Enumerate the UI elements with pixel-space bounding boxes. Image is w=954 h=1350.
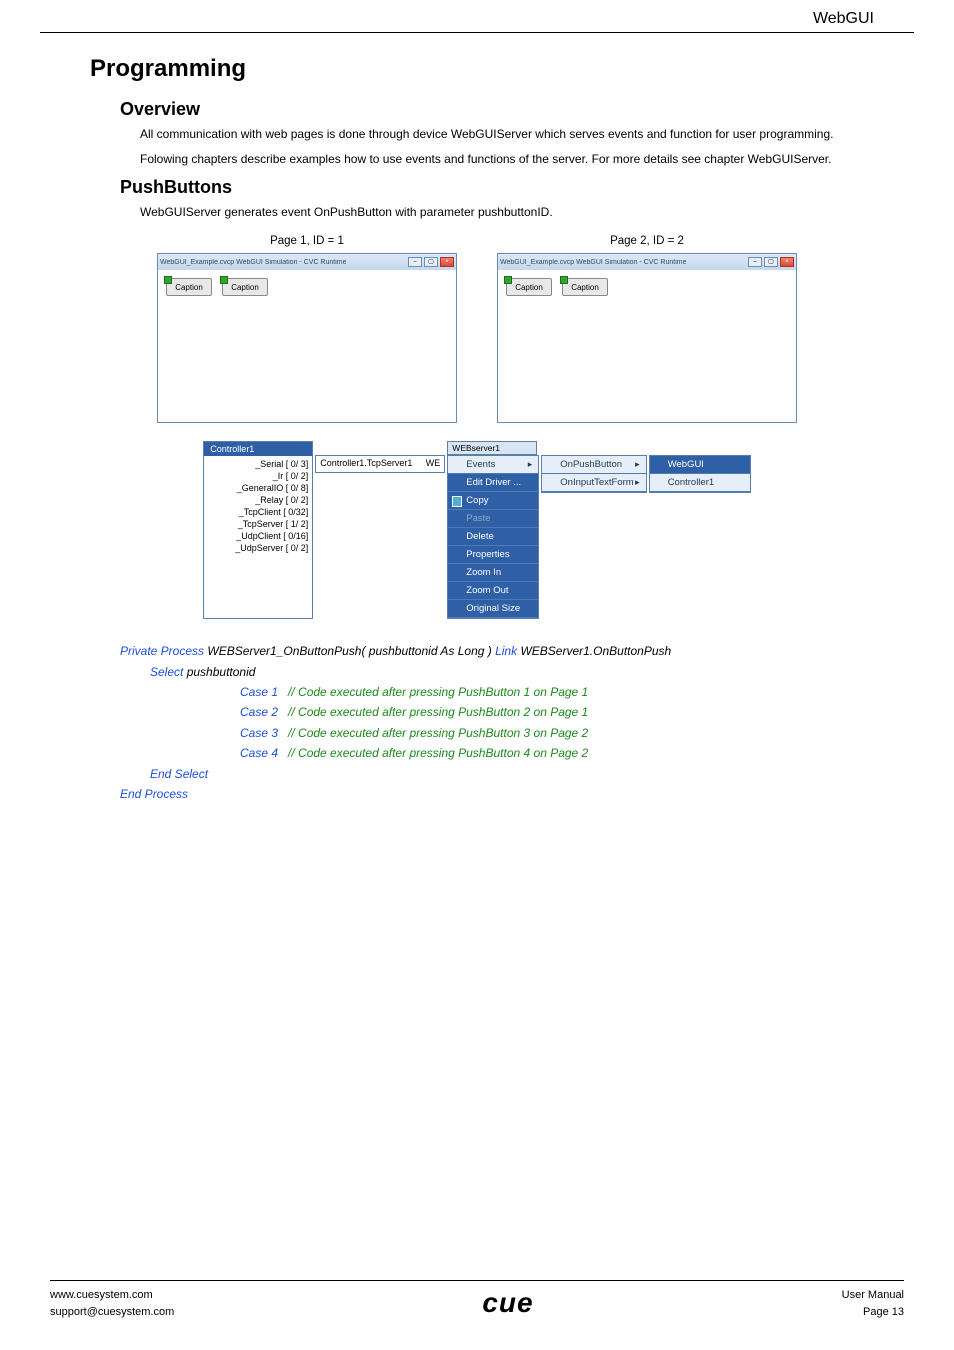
sim1-title: WebGUI_Example.cvcp WebGUI Simulation - … xyxy=(160,259,346,266)
fig2-label: Page 2, ID = 2 xyxy=(497,235,797,247)
pushbutton-4[interactable]: Caption xyxy=(562,278,608,296)
h2-pushbuttons: PushButtons xyxy=(120,177,894,198)
menu-events[interactable]: Events xyxy=(448,456,538,474)
menu-properties[interactable]: Properties xyxy=(448,546,538,564)
menu-delete[interactable]: Delete xyxy=(448,528,538,546)
minimize-icon[interactable]: – xyxy=(408,257,422,267)
fig1-label: Page 1, ID = 1 xyxy=(157,235,457,247)
submenu-oninputtextform[interactable]: OnInputTextForm xyxy=(542,474,645,492)
controller-title: Controller1 xyxy=(204,442,312,456)
overview-p2: Folowing chapters describe examples how … xyxy=(140,151,894,168)
ide-diagram: Controller1 _Serial [ 0/ 3] _Ir [ 0/ 2] … xyxy=(203,441,750,619)
tree-item[interactable]: _Relay [ 0/ 2] xyxy=(208,494,308,506)
menu-original-size[interactable]: Original Size xyxy=(448,600,538,618)
header-title: WebGUI xyxy=(813,10,874,28)
pushbutton-1[interactable]: Caption xyxy=(166,278,212,296)
submenu-controller1[interactable]: Controller1 xyxy=(650,474,750,492)
footer-page: Page 13 xyxy=(842,1304,904,1321)
close-icon[interactable]: × xyxy=(440,257,454,267)
tree-item[interactable]: _GeneralIO [ 0/ 8] xyxy=(208,482,308,494)
tree-item[interactable]: _UdpClient [ 0/16] xyxy=(208,530,308,542)
tree-item[interactable]: _Ir [ 0/ 2] xyxy=(208,470,308,482)
overview-p1: All communication with web pages is done… xyxy=(140,126,894,143)
cue-logo: cue xyxy=(482,1287,533,1320)
minimize-icon[interactable]: – xyxy=(748,257,762,267)
sim-window-1: WebGUI_Example.cvcp WebGUI Simulation - … xyxy=(157,253,457,423)
tree-item[interactable]: _TcpServer [ 1/ 2] xyxy=(208,518,308,530)
menu-copy[interactable]: Copy xyxy=(448,492,538,510)
sim-window-2: WebGUI_Example.cvcp WebGUI Simulation - … xyxy=(497,253,797,423)
tcp-label: Controller1.TcpServer1 xyxy=(320,458,412,468)
tree-item[interactable]: _Serial [ 0/ 3] xyxy=(208,458,308,470)
tree-item[interactable]: _UdpServer [ 0/ 2] xyxy=(208,542,308,554)
submenu-webgui[interactable]: WebGUI xyxy=(650,456,750,474)
submenu-onpushbutton[interactable]: OnPushButton xyxy=(542,456,645,474)
pushbutton-2[interactable]: Caption xyxy=(222,278,268,296)
menu-zoom-in[interactable]: Zoom In xyxy=(448,564,538,582)
tcp-sub: WE xyxy=(426,458,441,468)
sim2-title: WebGUI_Example.cvcp WebGUI Simulation - … xyxy=(500,259,686,266)
menu-edit-driver[interactable]: Edit Driver ... xyxy=(448,474,538,492)
menu-paste: Paste xyxy=(448,510,538,528)
push-p1: WebGUIServer generates event OnPushButto… xyxy=(140,204,894,221)
h2-overview: Overview xyxy=(120,99,894,120)
webserver-title: WEBserver1 xyxy=(448,442,536,454)
h1-programming: Programming xyxy=(90,55,894,83)
maximize-icon[interactable]: ▢ xyxy=(424,257,438,267)
maximize-icon[interactable]: ▢ xyxy=(764,257,778,267)
close-icon[interactable]: × xyxy=(780,257,794,267)
footer-email: support@cuesystem.com xyxy=(50,1304,174,1321)
footer-url: www.cuesystem.com xyxy=(50,1287,174,1304)
footer-manual: User Manual xyxy=(842,1287,904,1304)
menu-zoom-out[interactable]: Zoom Out xyxy=(448,582,538,600)
tree-item[interactable]: _TcpClient [ 0/32] xyxy=(208,506,308,518)
pushbutton-3[interactable]: Caption xyxy=(506,278,552,296)
code-block: Private Process WEBServer1_OnButtonPush(… xyxy=(120,641,894,804)
